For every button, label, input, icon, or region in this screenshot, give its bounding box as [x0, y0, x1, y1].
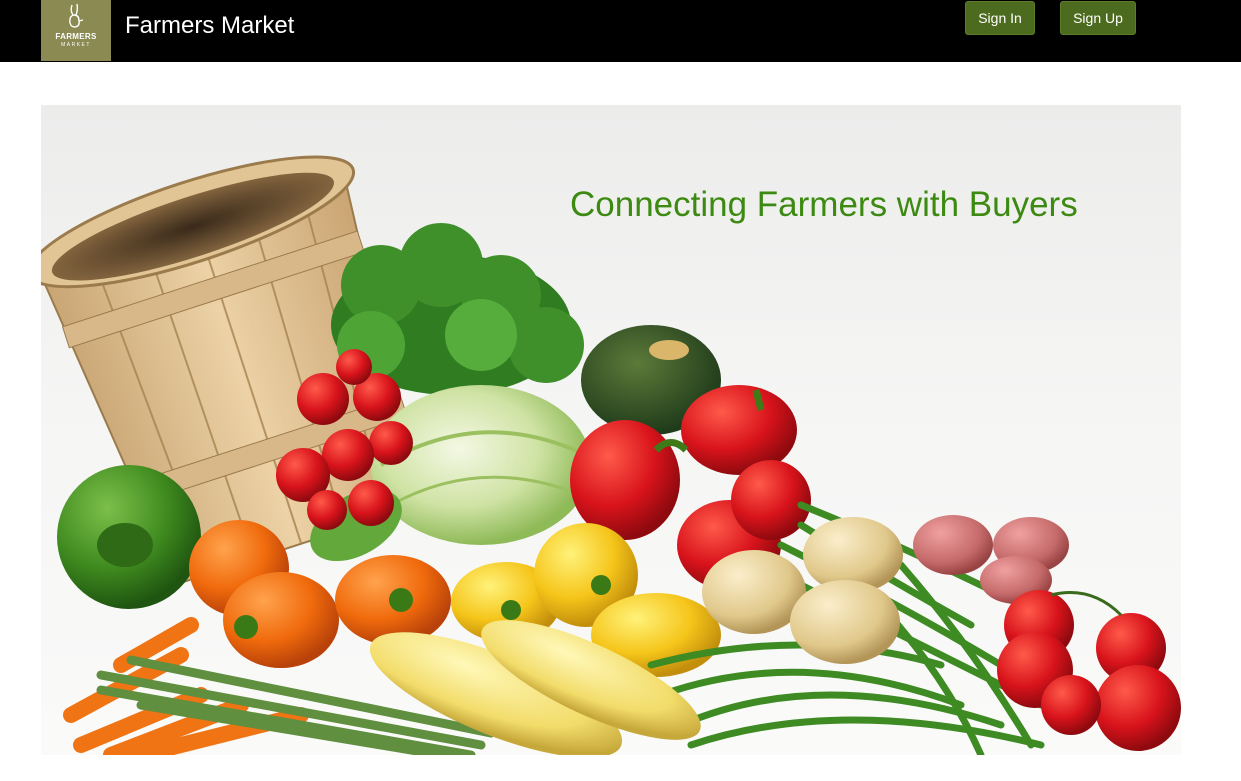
logo-subword: MARKET [61, 42, 91, 48]
hero-title: Connecting Farmers with Buyers [570, 185, 1078, 224]
rabbit-logo-icon [69, 3, 84, 28]
brand-logo[interactable]: FARMERS MARKET [41, 0, 111, 61]
hero-banner: Connecting Farmers with Buyers [41, 105, 1181, 755]
top-navbar: FARMERS MARKET Farmers Market Sign In Si… [0, 0, 1241, 62]
sign-up-button[interactable]: Sign Up [1060, 1, 1136, 35]
logo-word: FARMERS [55, 32, 97, 41]
brand-title[interactable]: Farmers Market [125, 12, 294, 40]
sign-in-button[interactable]: Sign In [965, 1, 1035, 35]
